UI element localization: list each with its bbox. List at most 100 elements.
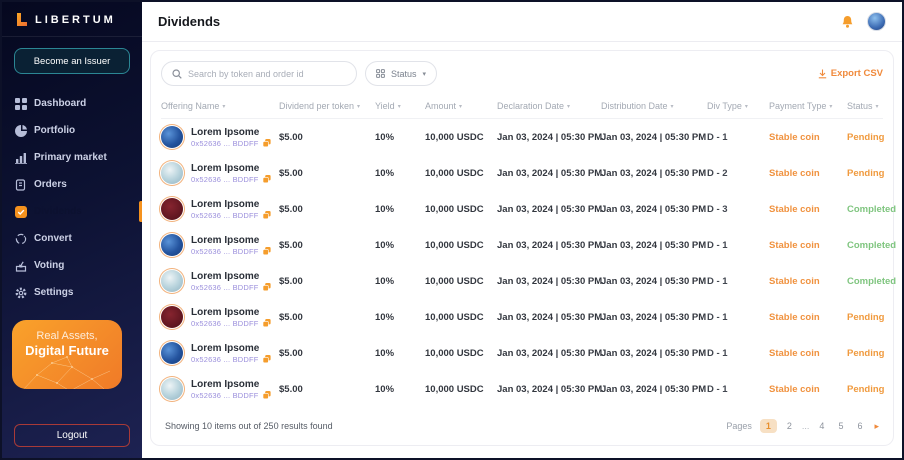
sidebar-item-settings[interactable]: Settings [2, 279, 142, 306]
distribution-date: Jan 03, 2024 | 05:30 PM [601, 204, 707, 215]
token-avatar [161, 198, 183, 220]
table-row[interactable]: Lorem Ipsome0x52636 ... BDDFF$5.0010%10,… [161, 263, 883, 299]
div-type: D - 2 [707, 168, 769, 179]
declaration-date: Jan 03, 2024 | 05:30 PM [497, 348, 601, 359]
dividend-per-token: $5.00 [279, 240, 375, 251]
distribution-date: Jan 03, 2024 | 05:30 PM [601, 348, 707, 359]
offering-cell: Lorem Ipsome0x52636 ... BDDFF [161, 270, 279, 292]
export-csv-label: Export CSV [831, 68, 883, 79]
table-row[interactable]: Lorem Ipsome0x52636 ... BDDFF$5.0010%10,… [161, 191, 883, 227]
copy-icon[interactable] [263, 283, 271, 291]
column-header-dividend-per-token[interactable]: Dividend per token [279, 101, 375, 111]
table-footer: Showing 10 items out of 250 results foun… [161, 407, 883, 447]
offering-cell: Lorem Ipsome0x52636 ... BDDFF [161, 378, 279, 400]
brand-wordmark: LIBERTUM [35, 14, 116, 26]
copy-icon[interactable] [263, 247, 271, 255]
table-row[interactable]: Lorem Ipsome0x52636 ... BDDFF$5.0010%10,… [161, 299, 883, 335]
sidebar-item-convert[interactable]: Convert [2, 225, 142, 252]
status-filter-label: Status [391, 69, 417, 79]
promo-card: Real Assets, Digital Future [12, 320, 122, 389]
yield-value: 10% [375, 348, 425, 359]
dividend-per-token: $5.00 [279, 168, 375, 179]
dividend-per-token: $5.00 [279, 384, 375, 395]
logout-button[interactable]: Logout [14, 424, 130, 447]
page-button-5[interactable]: 5 [834, 419, 847, 433]
token-avatar [161, 342, 183, 364]
page-button-6[interactable]: 6 [853, 419, 866, 433]
sidebar-item-label: Convert [34, 233, 72, 244]
offering-name: Lorem Ipsome [191, 199, 271, 210]
table-row[interactable]: Lorem Ipsome0x52636 ... BDDFF$5.0010%10,… [161, 371, 883, 407]
div-type: D - 1 [707, 384, 769, 395]
copy-icon[interactable] [263, 319, 271, 327]
yield-value: 10% [375, 384, 425, 395]
sidebar-item-label: Dividends [34, 206, 82, 217]
column-header-status[interactable]: Status [847, 101, 883, 111]
table-row[interactable]: Lorem Ipsome0x52636 ... BDDFF$5.0010%10,… [161, 227, 883, 263]
amount-value: 10,000 USDC [425, 312, 497, 323]
orders-document-icon [14, 178, 27, 191]
declaration-date: Jan 03, 2024 | 05:30 PM [497, 276, 601, 287]
main-content: Dividends St [142, 2, 902, 458]
page-title: Dividends [158, 14, 220, 29]
download-icon [818, 69, 827, 79]
next-page-button[interactable]: ▸ [874, 421, 879, 432]
network-mesh-graphic [12, 353, 122, 389]
column-header-amount[interactable]: Amount [425, 101, 497, 111]
offering-cell: Lorem Ipsome0x52636 ... BDDFF [161, 198, 279, 220]
export-csv-button[interactable]: Export CSV [818, 68, 883, 79]
search-box[interactable] [161, 61, 357, 86]
token-avatar [161, 270, 183, 292]
user-avatar[interactable] [867, 12, 886, 31]
page-button-2[interactable]: 2 [783, 419, 796, 433]
sidebar-item-dividends[interactable]: Dividends [2, 198, 142, 225]
div-type: D - 1 [707, 348, 769, 359]
notification-bell-icon[interactable] [841, 15, 854, 29]
page-button-4[interactable]: 4 [815, 419, 828, 433]
table-row[interactable]: Lorem Ipsome0x52636 ... BDDFF$5.0010%10,… [161, 335, 883, 371]
column-header-payment-type[interactable]: Payment Type [769, 101, 847, 111]
voting-ballot-icon [14, 259, 27, 272]
sidebar-item-label: Dashboard [34, 98, 86, 109]
sidebar-item-primary-market[interactable]: Primary market [2, 144, 142, 171]
table-row[interactable]: Lorem Ipsome0x52636 ... BDDFF$5.0010%10,… [161, 119, 883, 155]
sidebar-item-dashboard[interactable]: Dashboard [2, 90, 142, 117]
copy-icon[interactable] [263, 139, 271, 147]
declaration-date: Jan 03, 2024 | 05:30 PM [497, 312, 601, 323]
column-header-offering-name[interactable]: Offering Name [161, 101, 279, 111]
table-row[interactable]: Lorem Ipsome0x52636 ... BDDFF$5.0010%10,… [161, 155, 883, 191]
column-header-div-type[interactable]: Div Type [707, 101, 769, 111]
page-button-1[interactable]: 1 [760, 419, 777, 433]
sidebar-item-orders[interactable]: Orders [2, 171, 142, 198]
status-badge: Completed [847, 204, 896, 215]
token-address: 0x52636 ... BDDFF [191, 391, 259, 400]
page-ellipsis: ... [802, 421, 810, 431]
column-header-yield[interactable]: Yield [375, 101, 425, 111]
declaration-date: Jan 03, 2024 | 05:30 PM [497, 204, 601, 215]
column-header-distribution-date[interactable]: Distribution Date [601, 101, 707, 111]
div-type: D - 1 [707, 132, 769, 143]
declaration-date: Jan 03, 2024 | 05:30 PM [497, 132, 601, 143]
amount-value: 10,000 USDC [425, 276, 497, 287]
copy-icon[interactable] [263, 355, 271, 363]
status-filter-dropdown[interactable]: Status ▾ [365, 61, 437, 86]
copy-icon[interactable] [263, 391, 271, 399]
sidebar-item-label: Voting [34, 260, 64, 271]
promo-line1: Real Assets, [36, 330, 97, 342]
sidebar-menu: Dashboard Portfolio Primary market Order… [2, 90, 142, 306]
sidebar-item-voting[interactable]: Voting [2, 252, 142, 279]
token-avatar [161, 234, 183, 256]
sidebar-item-label: Primary market [34, 152, 107, 163]
search-input[interactable] [188, 69, 346, 79]
sidebar-item-label: Orders [34, 179, 67, 190]
yield-value: 10% [375, 204, 425, 215]
sidebar-item-portfolio[interactable]: Portfolio [2, 117, 142, 144]
status-badge: Pending [847, 348, 884, 359]
dividend-per-token: $5.00 [279, 276, 375, 287]
table-body: Lorem Ipsome0x52636 ... BDDFF$5.0010%10,… [161, 119, 883, 407]
copy-icon[interactable] [263, 175, 271, 183]
become-an-issuer-button[interactable]: Become an Issuer [14, 48, 130, 74]
column-header-declaration-date[interactable]: Declaration Date [497, 101, 601, 111]
offering-name: Lorem Ipsome [191, 379, 271, 390]
copy-icon[interactable] [263, 211, 271, 219]
